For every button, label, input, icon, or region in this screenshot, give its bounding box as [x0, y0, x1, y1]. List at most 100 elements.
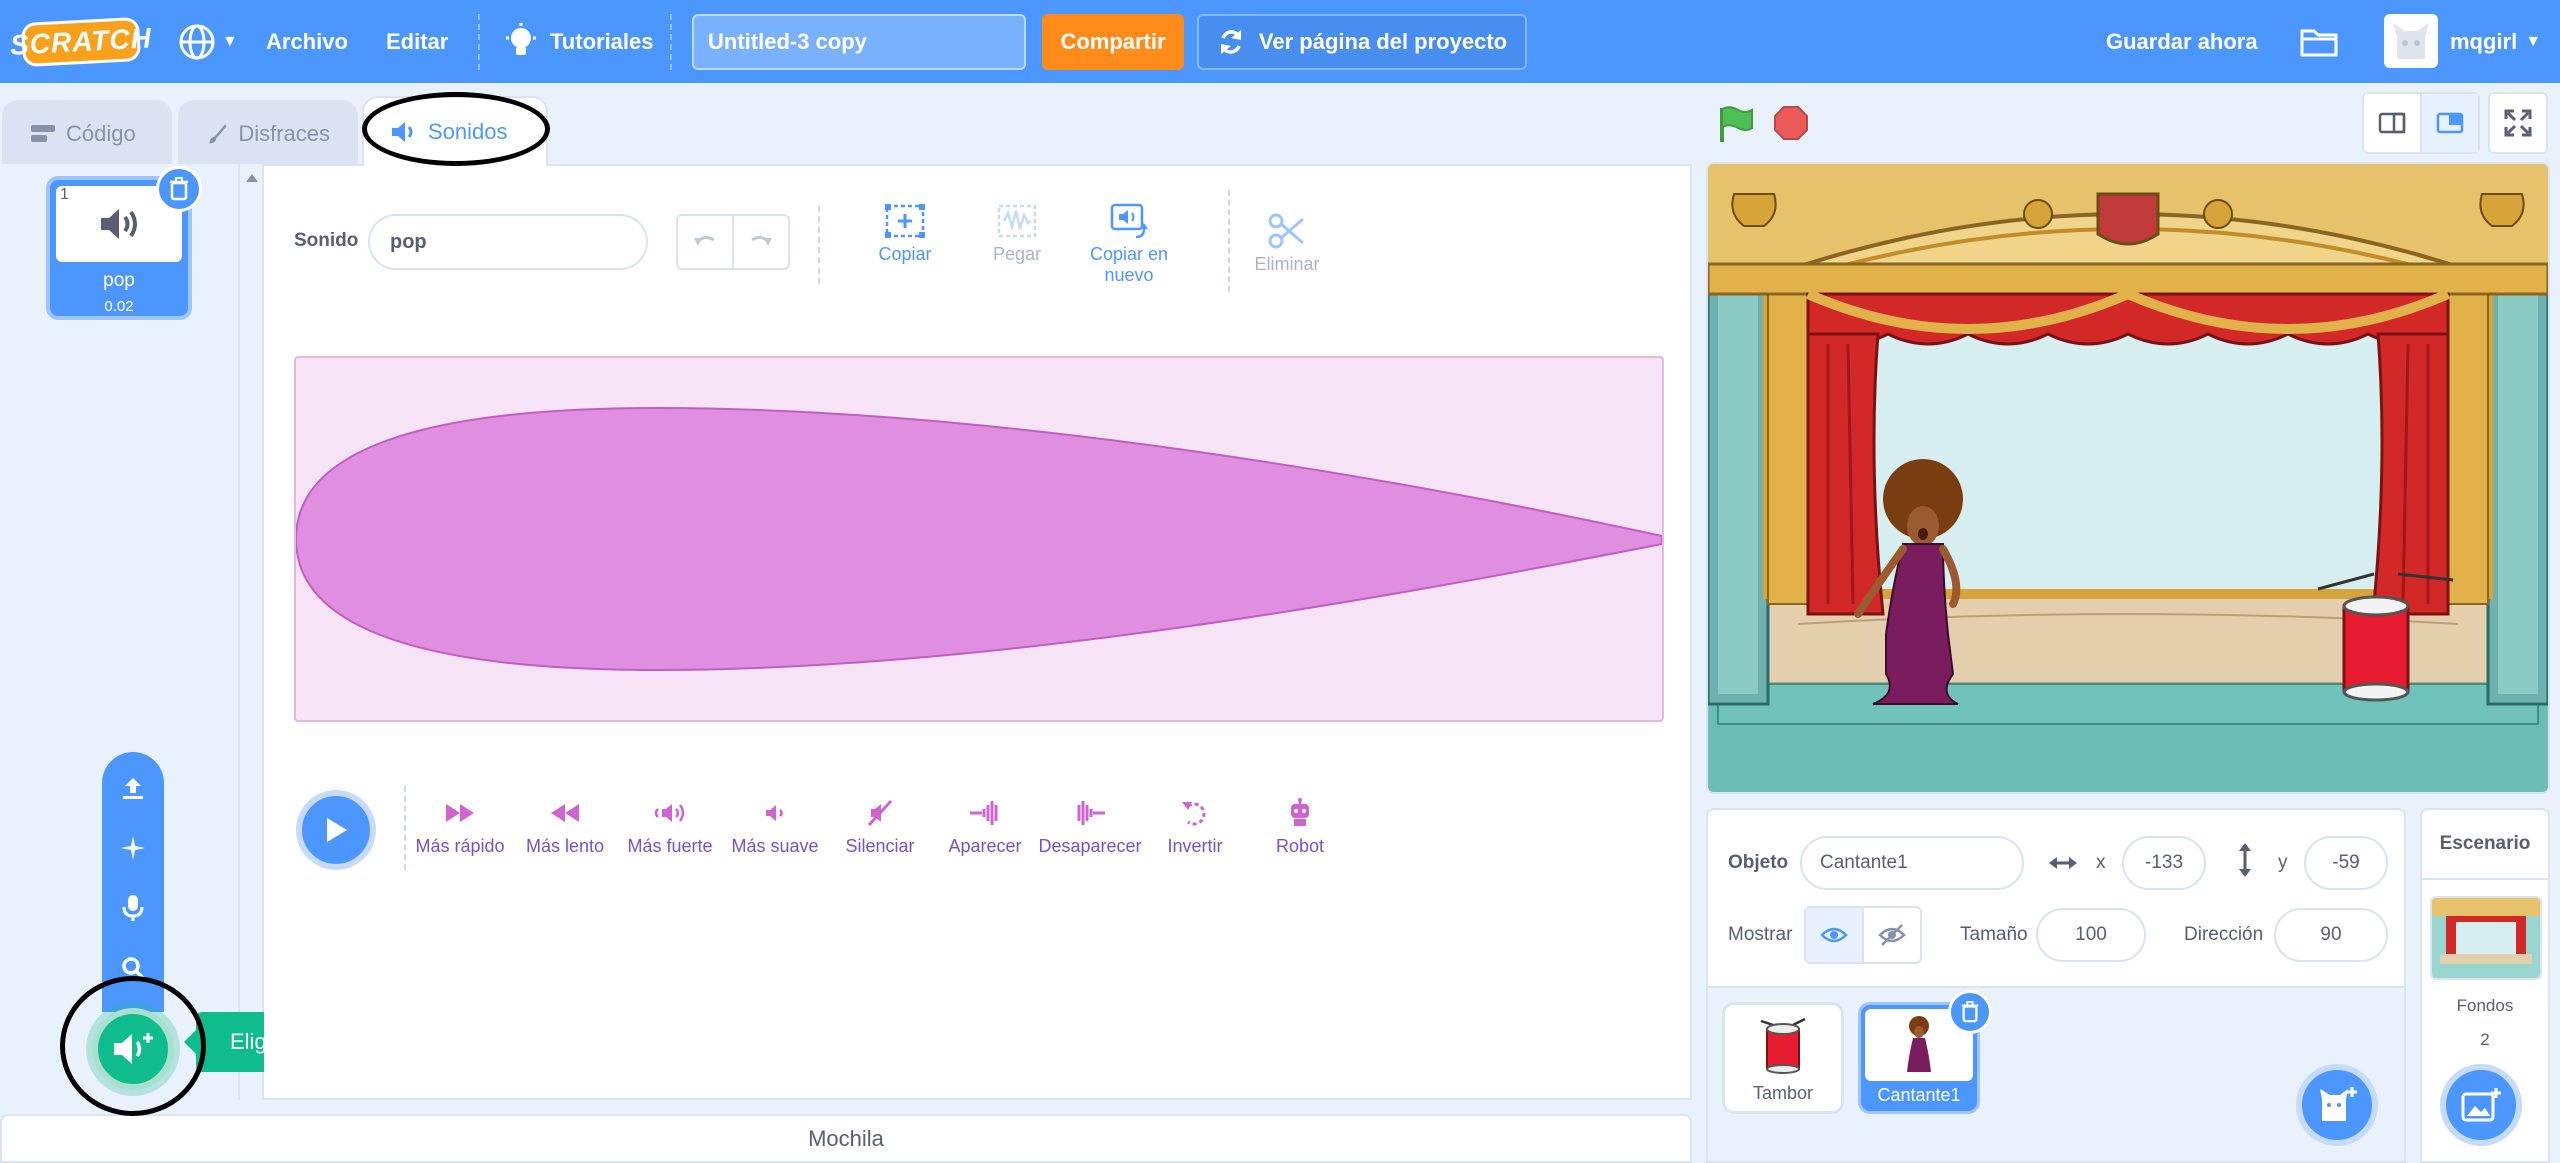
- share-button[interactable]: Compartir: [1042, 14, 1184, 70]
- scratch-logo[interactable]: SCRATCH: [9, 16, 153, 68]
- effect-reverse-button[interactable]: Invertir: [1140, 796, 1250, 857]
- robot-icon: [1291, 798, 1309, 826]
- paste-icon: [997, 204, 1037, 238]
- user-avatar-icon: [2393, 23, 2429, 59]
- effect-mute-button[interactable]: Silenciar: [825, 796, 935, 857]
- delete-button[interactable]: Eliminar: [1232, 208, 1342, 275]
- search-sound-button[interactable]: [102, 940, 164, 996]
- effect-faster-button[interactable]: Más rápido: [405, 796, 515, 857]
- search-icon: [122, 957, 145, 980]
- sound-name-label: Sonido: [294, 230, 359, 251]
- refresh-icon: [1220, 30, 1241, 54]
- upload-sound-button[interactable]: [102, 760, 164, 816]
- hide-sprite-button[interactable]: [1864, 908, 1920, 962]
- username: mqgirl: [2450, 28, 2518, 54]
- surprise-sound-button[interactable]: [102, 820, 164, 876]
- effect-fade-in-button[interactable]: Aparecer: [930, 796, 1040, 857]
- stage[interactable]: [1706, 162, 2550, 794]
- tab-code[interactable]: Código: [2, 100, 172, 166]
- sound-list-scrollbar[interactable]: [240, 164, 264, 1100]
- green-flag-button[interactable]: [1716, 104, 1756, 144]
- paste-button[interactable]: Pegar: [962, 198, 1072, 265]
- effect-robot-label: Robot: [1275, 836, 1325, 856]
- menu-divider: [670, 14, 672, 70]
- y-position-input[interactable]: -59: [2304, 836, 2388, 890]
- chevron-down-icon: ▼: [222, 32, 238, 50]
- tutorials-menu[interactable]: Tutoriales: [504, 0, 654, 83]
- save-now-button[interactable]: Guardar ahora: [2106, 0, 2258, 83]
- horizontal-arrows-icon: [2049, 857, 2077, 869]
- direction-label: Dirección: [2184, 924, 2264, 945]
- size-input[interactable]: 100: [2036, 908, 2146, 962]
- backpack[interactable]: Mochila: [0, 1114, 1692, 1163]
- undo-button[interactable]: [678, 216, 734, 268]
- tab-sounds[interactable]: Sonidos: [362, 96, 548, 166]
- normal-stage-button[interactable]: [2422, 94, 2478, 152]
- see-project-page-button[interactable]: Ver página del proyecto: [1197, 14, 1527, 70]
- small-stage-icon: [2378, 112, 2406, 134]
- menu-divider: [478, 14, 480, 70]
- effect-slower-label: Más lento: [525, 836, 605, 856]
- edit-menu[interactable]: Editar: [386, 0, 448, 83]
- add-sound-menu: [102, 752, 164, 1012]
- play-sound-button[interactable]: [296, 790, 376, 870]
- copy-button[interactable]: Copiar: [850, 198, 960, 265]
- waveform-shape: [294, 406, 1663, 672]
- louder-icon: [654, 804, 685, 822]
- direction-input[interactable]: 90: [2274, 908, 2388, 962]
- small-stage-button[interactable]: [2364, 94, 2422, 152]
- effect-robot-button[interactable]: Robot: [1245, 796, 1355, 857]
- sound-name-input[interactable]: pop: [368, 214, 648, 270]
- singer-thumbnail-icon: [1907, 1016, 1931, 1072]
- scroll-up-arrow-icon[interactable]: [246, 174, 258, 182]
- my-stuff-button[interactable]: [2300, 0, 2338, 83]
- fullscreen-button[interactable]: [2488, 92, 2548, 154]
- avatar[interactable]: [2384, 14, 2438, 68]
- sprite-name-input[interactable]: Cantante1: [1800, 836, 2024, 890]
- backdrops-count: 2: [2480, 1030, 2490, 1049]
- choose-sound-button[interactable]: [92, 1008, 174, 1090]
- play-icon: [327, 818, 347, 842]
- brush-icon: [209, 124, 227, 144]
- paste-label: Pegar: [992, 244, 1042, 264]
- sound-index: 1: [60, 186, 69, 203]
- record-sound-button[interactable]: [102, 880, 164, 936]
- copy-to-new-button[interactable]: Copiar en nuevo: [1074, 198, 1184, 286]
- tab-costumes[interactable]: Disfraces: [178, 100, 358, 166]
- effect-fade-out-button[interactable]: Desaparecer: [1035, 796, 1145, 857]
- globe-icon: [179, 24, 215, 59]
- sprite-tile-tambor[interactable]: Tambor: [1722, 1002, 1844, 1114]
- delete-sprite-button[interactable]: [1948, 990, 1992, 1034]
- vertical-arrows-icon: [2239, 843, 2251, 877]
- add-backdrop-icon: [2461, 1088, 2501, 1122]
- show-sprite-button[interactable]: [1806, 908, 1864, 962]
- lightbulb-icon: [506, 22, 536, 55]
- folder-icon: [2300, 29, 2338, 56]
- effect-slower-button[interactable]: Más lento: [510, 796, 620, 857]
- redo-icon: [751, 235, 772, 246]
- softer-icon: [766, 805, 783, 821]
- reverse-icon: [1182, 802, 1206, 826]
- waveform-display[interactable]: [294, 356, 1664, 722]
- choose-sprite-button[interactable]: [2296, 1064, 2378, 1146]
- mute-icon: [867, 799, 893, 827]
- effect-louder-label: Más fuerte: [627, 836, 713, 856]
- effect-softer-button[interactable]: Más suave: [720, 796, 830, 857]
- x-position-input[interactable]: -133: [2122, 836, 2206, 890]
- fade-in-icon: [970, 801, 998, 825]
- account-menu[interactable]: mqgirl ▼: [2450, 0, 2541, 83]
- project-title-input[interactable]: Untitled-3 copy: [692, 14, 1026, 70]
- toolbar-divider: [818, 206, 820, 284]
- stop-button[interactable]: [1774, 106, 1808, 140]
- sprite-thumbnail: [1725, 1005, 1841, 1083]
- delete-sound-button[interactable]: [156, 166, 202, 212]
- language-menu[interactable]: ▼: [178, 0, 238, 83]
- copy-label: Copiar: [878, 244, 932, 264]
- file-menu[interactable]: Archivo: [266, 0, 348, 83]
- redo-button[interactable]: [734, 216, 788, 268]
- effect-louder-button[interactable]: Más fuerte: [615, 796, 725, 857]
- choose-backdrop-button[interactable]: [2440, 1064, 2522, 1146]
- stage-theater-backdrop: [1708, 164, 2548, 792]
- drum-thumbnail-icon: [1760, 1017, 1806, 1074]
- toolbar-divider: [1228, 190, 1230, 292]
